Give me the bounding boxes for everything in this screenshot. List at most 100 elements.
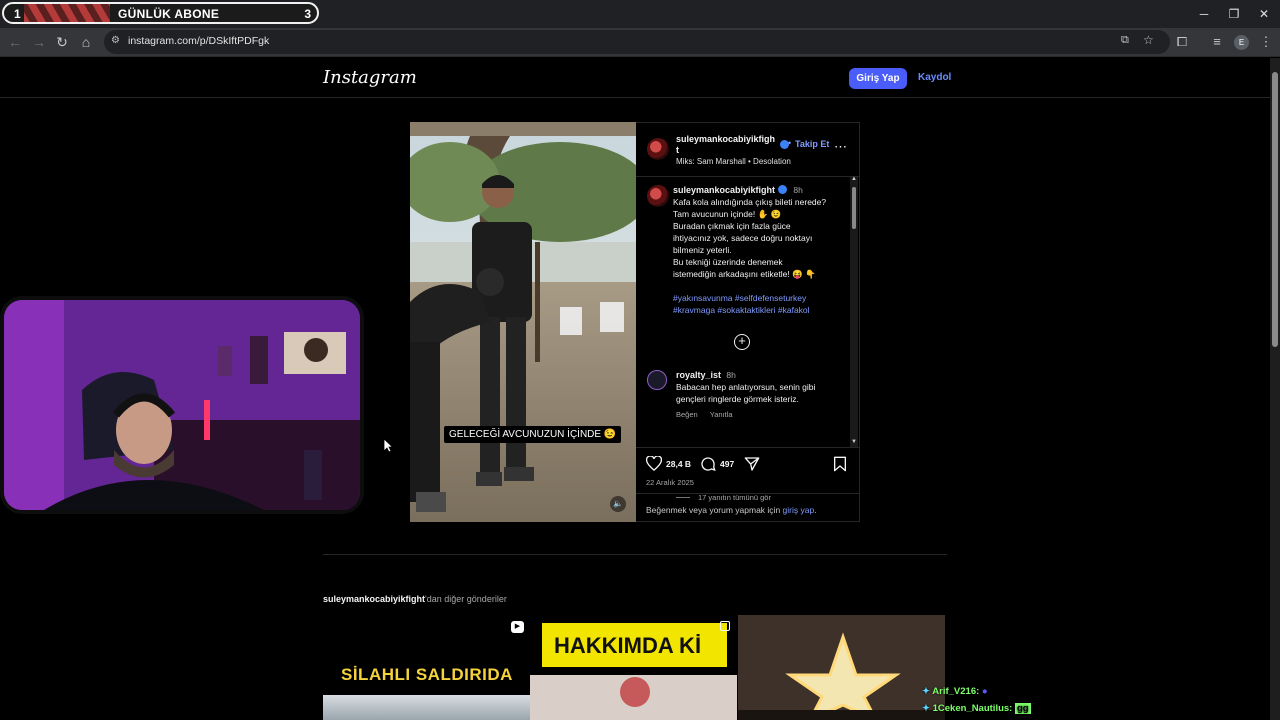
home-icon[interactable]: ⌂ bbox=[76, 32, 96, 52]
caption-avatar[interactable] bbox=[647, 185, 669, 207]
caption-line: ihtiyacınız yok, sadece doğru noktayı bbox=[673, 233, 813, 243]
site-info-icon[interactable]: ⚙ bbox=[111, 35, 120, 46]
header-divider bbox=[636, 176, 859, 177]
reel-icon: ▶ bbox=[511, 621, 524, 633]
chat-username: 1Ceken_Nautilus: bbox=[932, 703, 1013, 714]
login-prompt-link[interactable]: giriş yap bbox=[783, 505, 815, 515]
page-scroll-thumb[interactable] bbox=[1272, 72, 1278, 347]
save-bookmark-icon[interactable] bbox=[833, 456, 847, 472]
extensions-icon[interactable]: ⧠ bbox=[1172, 32, 1192, 52]
signup-link[interactable]: Kaydol bbox=[918, 72, 951, 83]
comment-line: Babacan hep anlatıyorsun, senin gibi bbox=[676, 382, 816, 392]
caption-line: Kafa kola alındığında çıkış bileti nered… bbox=[673, 197, 827, 207]
url-text: instagram.com/p/DSkIftPDFgk bbox=[128, 35, 270, 47]
install-app-icon[interactable]: ⧉ bbox=[1121, 34, 1129, 47]
forward-icon[interactable]: → bbox=[29, 32, 49, 52]
replies-line bbox=[676, 497, 690, 498]
restore-icon[interactable]: ❐ bbox=[1222, 4, 1246, 24]
more-post-thumbnail[interactable]: HAKKIMDA Kİ bbox=[530, 615, 737, 720]
mute-icon[interactable]: 🔈 bbox=[610, 496, 626, 512]
reload-icon[interactable]: ↻ bbox=[52, 32, 72, 52]
thumb-text: SİLAHLI SALDIRIDA bbox=[341, 665, 513, 684]
goal-label: GÜNLÜK ABONE bbox=[118, 7, 220, 21]
author-avatar[interactable] bbox=[647, 138, 669, 160]
like-heart-icon[interactable] bbox=[646, 456, 662, 471]
author-username-wrap[interactable]: t bbox=[676, 145, 679, 155]
mouse-cursor-icon bbox=[383, 438, 393, 453]
chat-message-text: gg bbox=[1014, 703, 1031, 714]
thumb-text: HAKKIMDA Kİ bbox=[554, 633, 702, 658]
comment-line: gençleri ringlerde görmek isteriz. bbox=[676, 394, 799, 404]
scroll-down-icon[interactable]: ▼ bbox=[851, 439, 857, 445]
caption-username[interactable]: suleymankocabiyikfight bbox=[673, 185, 775, 195]
video-caption: GELECEĞİ AVCUNUZUN İÇİNDE 😉 bbox=[444, 426, 622, 443]
more-posts-suffix: 'dan diğer gönderiler bbox=[425, 594, 507, 604]
load-more-comments-icon[interactable]: + bbox=[734, 334, 750, 350]
view-replies-link[interactable]: 17 yanıtın tümünü gör bbox=[698, 493, 771, 502]
share-send-icon[interactable] bbox=[744, 456, 760, 472]
comments-scrollbar[interactable]: ▲ ▼ bbox=[850, 176, 858, 447]
more-post-thumbnail[interactable] bbox=[738, 615, 945, 720]
chat-username: Arif_V216: bbox=[932, 686, 980, 697]
more-options-icon[interactable]: ⋯ bbox=[834, 139, 848, 155]
goal-current: 1 bbox=[14, 7, 21, 21]
thumb-bg bbox=[323, 695, 530, 720]
chat-badge-icon: ✦ bbox=[922, 703, 930, 714]
media-control-icon[interactable]: ≡ bbox=[1207, 32, 1227, 52]
hashtags-line[interactable]: #yakınsavunma #selfdefenseturkey bbox=[673, 292, 845, 304]
chat-badge-icon: ✦ bbox=[922, 686, 930, 697]
more-post-thumbnail[interactable]: SİLAHLI SALDIRIDA ▶ bbox=[323, 615, 530, 720]
minimize-icon[interactable]: ─ bbox=[1192, 4, 1216, 24]
comment-reply-link[interactable]: Yanıtla bbox=[710, 410, 733, 419]
author-username[interactable]: suleymankocabiyikfigh bbox=[676, 134, 775, 144]
comment-block: royalty_ist 8h Babacan hep anlatıyorsun,… bbox=[676, 369, 848, 421]
instagram-header: Instagram Giriş Yap Kaydol bbox=[0, 58, 1270, 98]
comments-scroll-thumb[interactable] bbox=[852, 187, 856, 229]
chat-message: ✦ 1Ceken_Nautilus: gg bbox=[922, 703, 1031, 714]
scroll-up-icon[interactable]: ▲ bbox=[851, 176, 857, 182]
carousel-icon bbox=[720, 621, 730, 631]
post-video[interactable]: GELECEĞİ AVCUNUZUN İÇİNDE 😉 🔈 bbox=[410, 122, 636, 522]
comments-count[interactable]: 497 bbox=[720, 459, 734, 469]
video-frame bbox=[410, 122, 636, 522]
profile-avatar[interactable]: E bbox=[1234, 35, 1249, 50]
caption-block: suleymankocabiyikfight 8h Kafa kola alın… bbox=[673, 184, 845, 316]
goal-target: 3 bbox=[304, 7, 311, 21]
page-scrollbar[interactable] bbox=[1270, 58, 1280, 720]
caption-line: Buradan çıkmak için fazla güce bbox=[673, 221, 791, 231]
dot-separator: • bbox=[788, 138, 792, 148]
subscriber-goal-overlay: 1 GÜNLÜK ABONE 3 bbox=[2, 2, 319, 24]
commenter-avatar[interactable] bbox=[647, 370, 667, 390]
chat-emote-icon: ● bbox=[981, 686, 988, 697]
bookmark-star-icon[interactable]: ☆ bbox=[1143, 33, 1154, 47]
follow-button[interactable]: Takip Et bbox=[795, 139, 829, 149]
comment-like-link[interactable]: Beğen bbox=[676, 410, 698, 419]
instagram-logo[interactable]: Instagram bbox=[323, 67, 417, 88]
back-icon[interactable]: ← bbox=[5, 32, 25, 52]
likes-count[interactable]: 28,4 B bbox=[666, 459, 691, 469]
more-posts-title: suleymankocabiyikfight'dan diğer gönderi… bbox=[323, 594, 507, 604]
webcam-feed bbox=[4, 300, 360, 510]
comment-bubble-icon[interactable] bbox=[700, 456, 716, 472]
hashtags-line[interactable]: #kravmaga #sokaktaktikleri #kafakol bbox=[673, 304, 845, 316]
login-prompt-text: Beğenmek veya yorum yapmak için bbox=[646, 505, 783, 515]
thumb-star-image bbox=[738, 615, 945, 720]
more-posts-username[interactable]: suleymankocabiyikfight bbox=[323, 594, 425, 604]
caption-verified-icon bbox=[778, 185, 788, 194]
login-prompt: Beğenmek veya yorum yapmak için giriş ya… bbox=[646, 505, 817, 515]
browser-toolbar: ← → ↻ ⌂ ⚙ instagram.com/p/DSkIftPDFgk ⧉ … bbox=[0, 28, 1280, 57]
audio-info[interactable]: Miks: Sam Marshall • Desolation bbox=[676, 157, 791, 166]
caption-line: Tam avucunun içinde! ✋ 😉 bbox=[673, 209, 782, 219]
streamer-webcam bbox=[0, 296, 364, 514]
login-button[interactable]: Giriş Yap bbox=[849, 68, 907, 89]
close-window-icon[interactable]: ✕ bbox=[1252, 4, 1276, 24]
section-divider bbox=[323, 554, 947, 555]
actions-divider bbox=[636, 447, 859, 448]
address-bar[interactable]: ⚙ instagram.com/p/DSkIftPDFgk ⧉ ☆ bbox=[104, 30, 1170, 54]
comment-username[interactable]: royalty_ist bbox=[676, 370, 721, 380]
menu-kebab-icon[interactable]: ⋮ bbox=[1256, 32, 1276, 52]
caption-line: Bu tekniği üzerinde denemek bbox=[673, 257, 783, 267]
chat-message: ✦ Arif_V216: ● bbox=[922, 686, 988, 697]
caption-time: 8h bbox=[793, 185, 803, 195]
footer-divider bbox=[636, 493, 859, 494]
